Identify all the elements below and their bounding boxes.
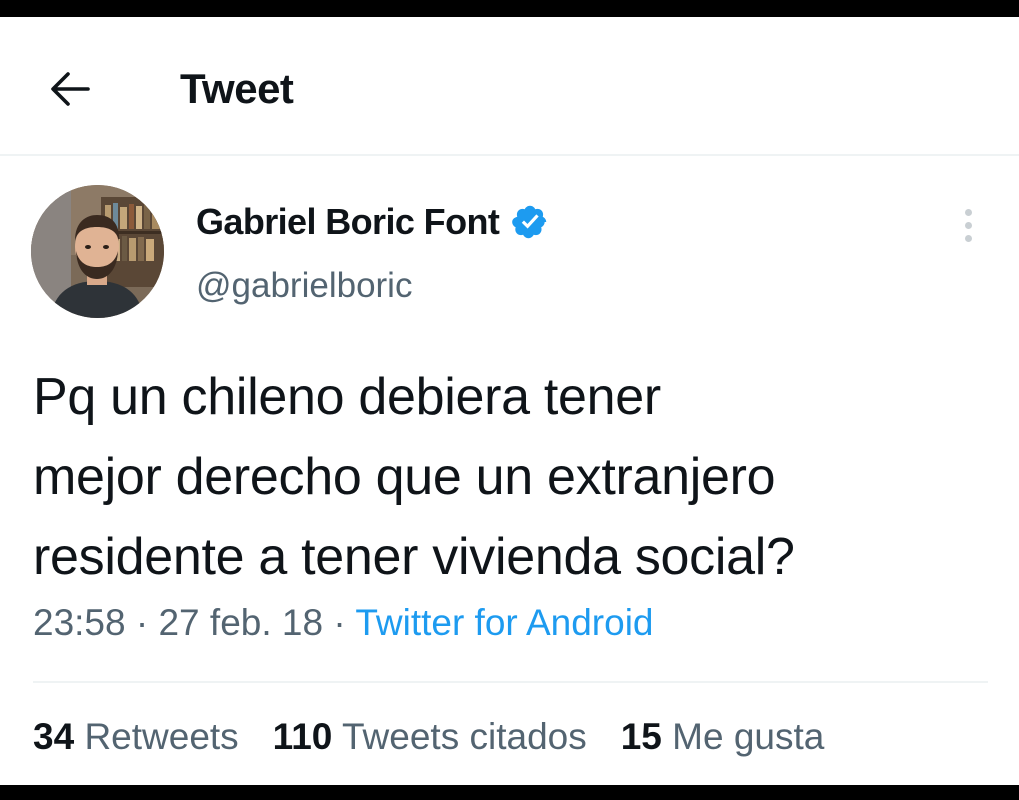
meta-separator: · [333,602,346,643]
more-dots-icon [964,208,972,216]
likes-count: 15 [620,716,662,757]
tweet-text: Pq un chileno debiera tener mejor derech… [33,357,993,597]
tweet-screen: Tweet Gabriel Boric Font @gabrielboric P… [0,17,1019,785]
tweet-text-line: residente a tener vivienda social? [33,528,795,586]
retweets-stat[interactable]: 34 Retweets [33,714,239,760]
retweets-count: 34 [33,716,75,757]
top-bar: Tweet [0,17,1019,156]
meta-separator: · [135,602,149,643]
tweet-source-link[interactable]: Twitter for Android [355,602,653,643]
avatar[interactable] [31,185,164,318]
tweet-stats: 34 Retweets 110 Tweets citados 15 Me gus… [33,714,858,760]
tweet-meta: 23:58 · 27 feb. 18 · Twitter for Android [33,600,654,646]
quote-tweets-stat[interactable]: 110 Tweets citados [273,714,587,760]
author-name[interactable]: Gabriel Boric Font [196,199,549,245]
tweet-text-line: mejor derecho que un extranjero [33,448,776,506]
divider [33,681,988,683]
tweet-time[interactable]: 23:58 [33,602,126,643]
retweets-label: Retweets [84,716,239,757]
more-dots-icon [964,221,972,229]
quote-tweets-label: Tweets citados [342,716,587,757]
author-handle[interactable]: @gabrielboric [196,264,412,308]
likes-label: Me gusta [672,716,825,757]
more-options-button[interactable] [950,203,986,247]
back-button[interactable] [42,65,98,113]
more-dots-icon [964,234,972,242]
tweet-date[interactable]: 27 feb. 18 [158,602,323,643]
arrow-left-icon [51,72,90,106]
avatar-photo [31,185,164,318]
tweet-text-line: Pq un chileno debiera tener [33,368,661,426]
likes-stat[interactable]: 15 Me gusta [621,714,825,760]
quote-tweets-count: 110 [272,716,333,757]
page-title: Tweet [180,65,294,112]
verified-badge-icon [512,205,547,239]
author-name-text: Gabriel Boric Font [196,201,500,242]
